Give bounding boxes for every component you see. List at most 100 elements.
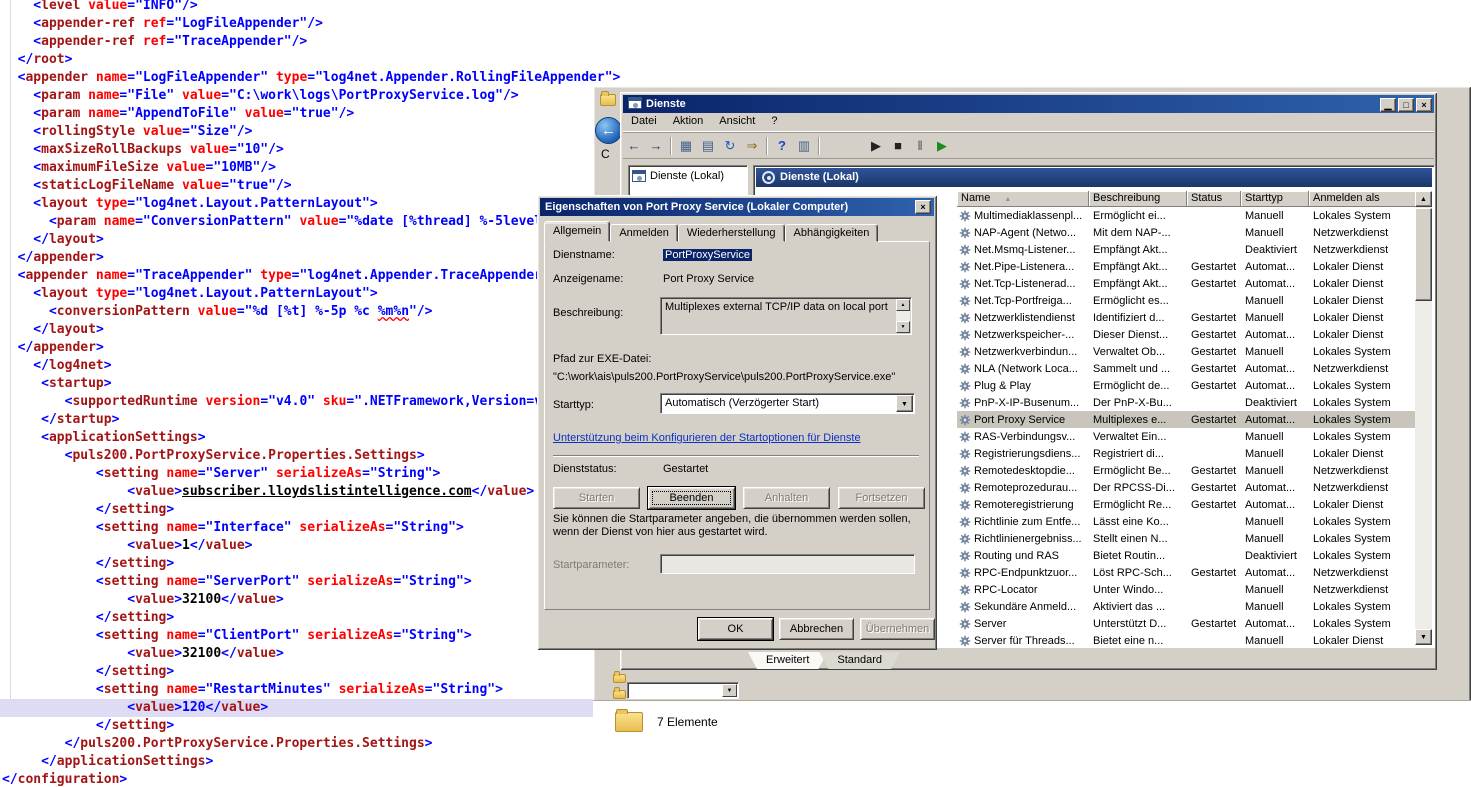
startup-options-help-link[interactable]: Unterstützung beim Konfigurieren der Sta… bbox=[553, 432, 861, 444]
service-starttype-cell: Manuell bbox=[1241, 465, 1309, 477]
service-row[interactable]: Multimediaklassenpl...Ermöglicht ei...Ma… bbox=[957, 207, 1419, 224]
column-header-name[interactable]: Name▲ bbox=[957, 191, 1089, 207]
service-row[interactable]: Netzwerkspeicher-...Dieser Dienst...Gest… bbox=[957, 326, 1419, 343]
tree-item-dienste-lokal[interactable]: Dienste (Lokal) bbox=[629, 166, 747, 186]
starttyp-select[interactable]: Automatisch (Verzögerter Start) ▼ bbox=[660, 393, 915, 414]
export-button[interactable]: ⇒ bbox=[741, 135, 763, 157]
service-row[interactable]: Routing und RASBietet Routin...Deaktivie… bbox=[957, 547, 1419, 564]
service-name-cell: NLA (Network Loca... bbox=[957, 363, 1089, 375]
column-header-starttyp[interactable]: Starttyp bbox=[1241, 191, 1309, 207]
folder-combobox[interactable]: ▼ bbox=[627, 682, 739, 699]
tab-anmelden[interactable]: Anmelden bbox=[610, 224, 678, 242]
service-gear-icon bbox=[959, 465, 971, 477]
scroll-down-button[interactable]: ▼ bbox=[1415, 629, 1432, 645]
stop-button[interactable]: ■ bbox=[887, 135, 909, 157]
column-header-beschreibung[interactable]: Beschreibung bbox=[1089, 191, 1187, 207]
chevron-down-icon[interactable]: ▼ bbox=[896, 395, 913, 412]
service-description-cell: Multiplexes e... bbox=[1089, 414, 1187, 426]
service-row[interactable]: Net.Tcp-Listenerad...Empfängt Akt...Gest… bbox=[957, 275, 1419, 292]
refresh-button[interactable]: ↻ bbox=[719, 135, 741, 157]
scroll-thumb[interactable] bbox=[1415, 208, 1432, 301]
dialog-titlebar[interactable]: Eigenschaften von Port Proxy Service (Lo… bbox=[540, 198, 934, 216]
tab-wiederherstellung[interactable]: Wiederherstellung bbox=[678, 224, 785, 242]
service-row[interactable]: RPC-LocatorUnter Windo...ManuellNetzwerk… bbox=[957, 581, 1419, 598]
beschreibung-field[interactable]: Multiplexes external TCP/IP data on loca… bbox=[660, 297, 912, 335]
maximize-button[interactable]: □ bbox=[1398, 98, 1414, 112]
services-titlebar[interactable]: Dienste ▁□× bbox=[623, 95, 1434, 113]
service-row[interactable]: Sekundäre Anmeld...Aktiviert das ...Manu… bbox=[957, 598, 1419, 615]
service-starttype-cell: Manuell bbox=[1241, 346, 1309, 358]
close-button[interactable]: × bbox=[1416, 98, 1432, 112]
panes-button[interactable]: ▥ bbox=[793, 135, 815, 157]
service-name: Multimediaklassenpl... bbox=[974, 210, 1082, 222]
service-row[interactable]: NLA (Network Loca...Sammelt und ...Gesta… bbox=[957, 360, 1419, 377]
service-status-cell: Gestartet bbox=[1187, 499, 1241, 511]
service-row[interactable]: NetzwerklistendienstIdentifiziert d...Ge… bbox=[957, 309, 1419, 326]
service-gear-icon bbox=[959, 516, 971, 528]
service-row[interactable]: Port Proxy ServiceMultiplexes e...Gestar… bbox=[957, 411, 1419, 428]
pfad-label: Pfad zur EXE-Datei: bbox=[553, 353, 651, 365]
menu-datei[interactable]: Datei bbox=[623, 113, 665, 127]
service-row[interactable]: Plug & PlayErmöglicht de...GestartetAuto… bbox=[957, 377, 1419, 394]
minimize-button[interactable]: ▁ bbox=[1380, 98, 1396, 112]
menu-aktion[interactable]: Aktion bbox=[665, 113, 712, 127]
service-row[interactable]: RemoteregistrierungErmöglicht Re...Gesta… bbox=[957, 496, 1419, 513]
show-tree-button[interactable]: ▦ bbox=[675, 135, 697, 157]
service-row[interactable]: NAP-Agent (Netwo...Mit dem NAP-...Manuel… bbox=[957, 224, 1419, 241]
service-row[interactable]: Net.Tcp-Portfreiga...Ermöglicht es...Man… bbox=[957, 292, 1419, 309]
pause-button[interactable]: ‖ bbox=[909, 135, 931, 157]
toolbar-separator bbox=[766, 137, 768, 155]
abbrechen-button[interactable]: Abbrechen bbox=[779, 618, 854, 640]
startparameter-input[interactable] bbox=[660, 554, 915, 574]
dialog-close-button[interactable]: × bbox=[915, 200, 931, 214]
service-row[interactable]: Richtlinie zum Entfe...Lässt eine Ko...M… bbox=[957, 513, 1419, 530]
menu-ansicht[interactable]: Ansicht bbox=[711, 113, 763, 127]
service-row[interactable]: Remotedesktopdie...Ermöglicht Be...Gesta… bbox=[957, 462, 1419, 479]
service-logon-cell: Netzwerkdienst bbox=[1309, 244, 1419, 256]
service-row[interactable]: Server für Threads...Bietet eine n...Man… bbox=[957, 632, 1419, 647]
service-row[interactable]: RAS-Verbindungsv...Verwaltet Ein...Manue… bbox=[957, 428, 1419, 445]
ok-button[interactable]: OK bbox=[698, 618, 773, 640]
service-row[interactable]: Richtlinienergebniss...Stellt einen N...… bbox=[957, 530, 1419, 547]
service-row[interactable]: ServerUnterstützt D...GestartetAutomat..… bbox=[957, 615, 1419, 632]
service-starttype-cell: Manuell bbox=[1241, 295, 1309, 307]
column-header-anmelden-als[interactable]: Anmelden als bbox=[1309, 191, 1419, 207]
service-row[interactable]: Remoteprozedurau...Der RPCSS-Di...Gestar… bbox=[957, 479, 1419, 496]
export-list-button[interactable]: ▤ bbox=[697, 135, 719, 157]
anzeigename-value[interactable]: Port Proxy Service bbox=[663, 273, 754, 285]
start-button[interactable]: ▶ bbox=[865, 135, 887, 157]
service-row[interactable]: PnP-X-IP-Busenum...Der PnP-X-Bu...Deakti… bbox=[957, 394, 1419, 411]
back-button[interactable]: ← bbox=[595, 117, 622, 144]
beschreibung-scrollbar[interactable]: ▲ ▼ bbox=[896, 299, 910, 333]
service-row[interactable]: RPC-Endpunktzuor...Löst RPC-Sch...Gestar… bbox=[957, 564, 1419, 581]
view-tab-standard[interactable]: Standard bbox=[819, 652, 900, 669]
code-line: </root> bbox=[0, 51, 777, 69]
forward-button[interactable]: → bbox=[645, 135, 667, 157]
view-tab-erweitert[interactable]: Erweitert bbox=[748, 652, 827, 669]
tab-allgemein[interactable]: Allgemein bbox=[544, 221, 610, 242]
scroll-up-button[interactable]: ▲ bbox=[1415, 191, 1432, 207]
back-button[interactable]: ← bbox=[623, 135, 645, 157]
dienstname-value[interactable]: PortProxyService bbox=[663, 249, 752, 261]
scroll-up-button[interactable]: ▲ bbox=[896, 299, 910, 311]
service-row[interactable]: Net.Pipe-Listenera...Empfängt Akt...Gest… bbox=[957, 258, 1419, 275]
column-header-status[interactable]: Status bbox=[1187, 191, 1241, 207]
menu-item[interactable]: ? bbox=[763, 113, 785, 127]
beenden-button[interactable]: Beenden bbox=[648, 487, 735, 509]
service-row[interactable]: Net.Msmq-Listener...Empfängt Akt...Deakt… bbox=[957, 241, 1419, 258]
vertical-scrollbar[interactable]: ▲ ▼ bbox=[1415, 191, 1432, 645]
service-row[interactable]: Netzwerkverbindun...Verwaltet Ob...Gesta… bbox=[957, 343, 1419, 360]
service-name-cell: RAS-Verbindungsv... bbox=[957, 431, 1089, 443]
tab-abh-ngigkeiten[interactable]: Abhängigkeiten bbox=[785, 224, 879, 242]
service-name-cell: Remoteprozedurau... bbox=[957, 482, 1089, 494]
service-description-cell: Empfängt Akt... bbox=[1089, 244, 1187, 256]
scroll-down-button[interactable]: ▼ bbox=[896, 321, 910, 333]
service-logon-cell: Netzwerkdienst bbox=[1309, 363, 1419, 375]
startparameter-hint-line1: Sie können die Startparameter angeben, d… bbox=[553, 513, 911, 525]
restart-button[interactable]: ▶ bbox=[931, 135, 953, 157]
service-description-cell: Ermöglicht Re... bbox=[1089, 499, 1187, 511]
service-row[interactable]: Registrierungsdiens...Registriert di...M… bbox=[957, 445, 1419, 462]
chevron-down-icon[interactable]: ▼ bbox=[722, 684, 737, 697]
help-button[interactable]: ? bbox=[771, 135, 793, 157]
service-name-cell: Netzwerkverbindun... bbox=[957, 346, 1089, 358]
